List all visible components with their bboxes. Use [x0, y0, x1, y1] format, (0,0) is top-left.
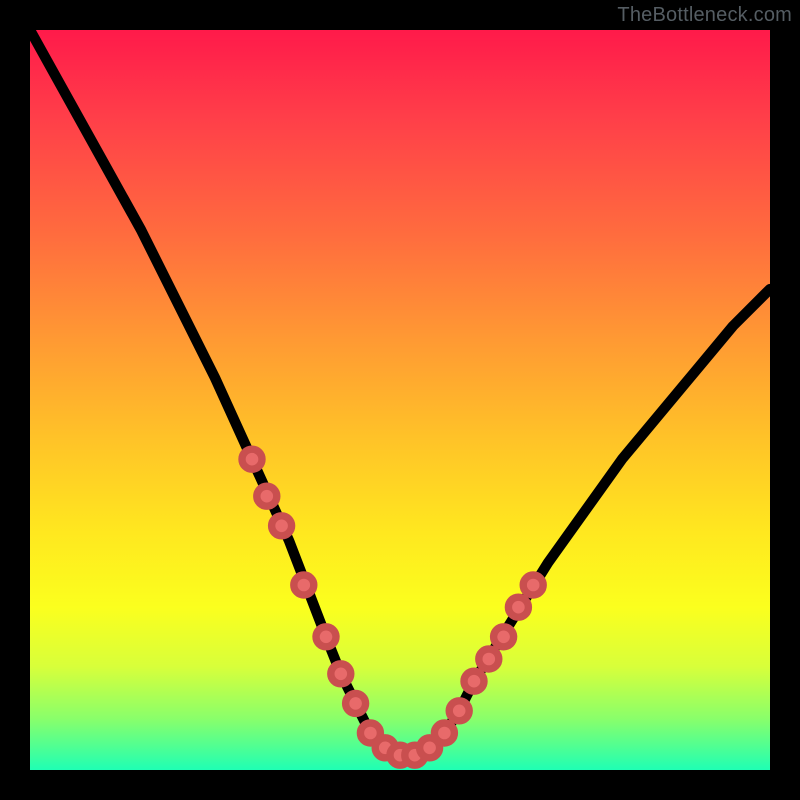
- highlight-markers: [242, 449, 543, 765]
- highlight-dot: [523, 575, 543, 595]
- highlight-dot: [272, 516, 292, 536]
- highlight-dot: [346, 693, 366, 713]
- highlight-dot: [434, 723, 454, 743]
- chart-svg: [30, 30, 770, 770]
- attribution-text: TheBottleneck.com: [617, 4, 792, 27]
- highlight-dot: [479, 649, 499, 669]
- highlight-dot: [449, 701, 469, 721]
- highlight-dot: [464, 671, 484, 691]
- highlight-dot: [257, 486, 277, 506]
- chart-frame: TheBottleneck.com: [0, 0, 800, 800]
- bottleneck-curve: [30, 30, 770, 755]
- highlight-dot: [242, 449, 262, 469]
- highlight-dot: [508, 597, 528, 617]
- highlight-dot: [331, 664, 351, 684]
- highlight-dot: [294, 575, 314, 595]
- plot-area: [30, 30, 770, 770]
- highlight-dot: [316, 627, 336, 647]
- highlight-dot: [494, 627, 514, 647]
